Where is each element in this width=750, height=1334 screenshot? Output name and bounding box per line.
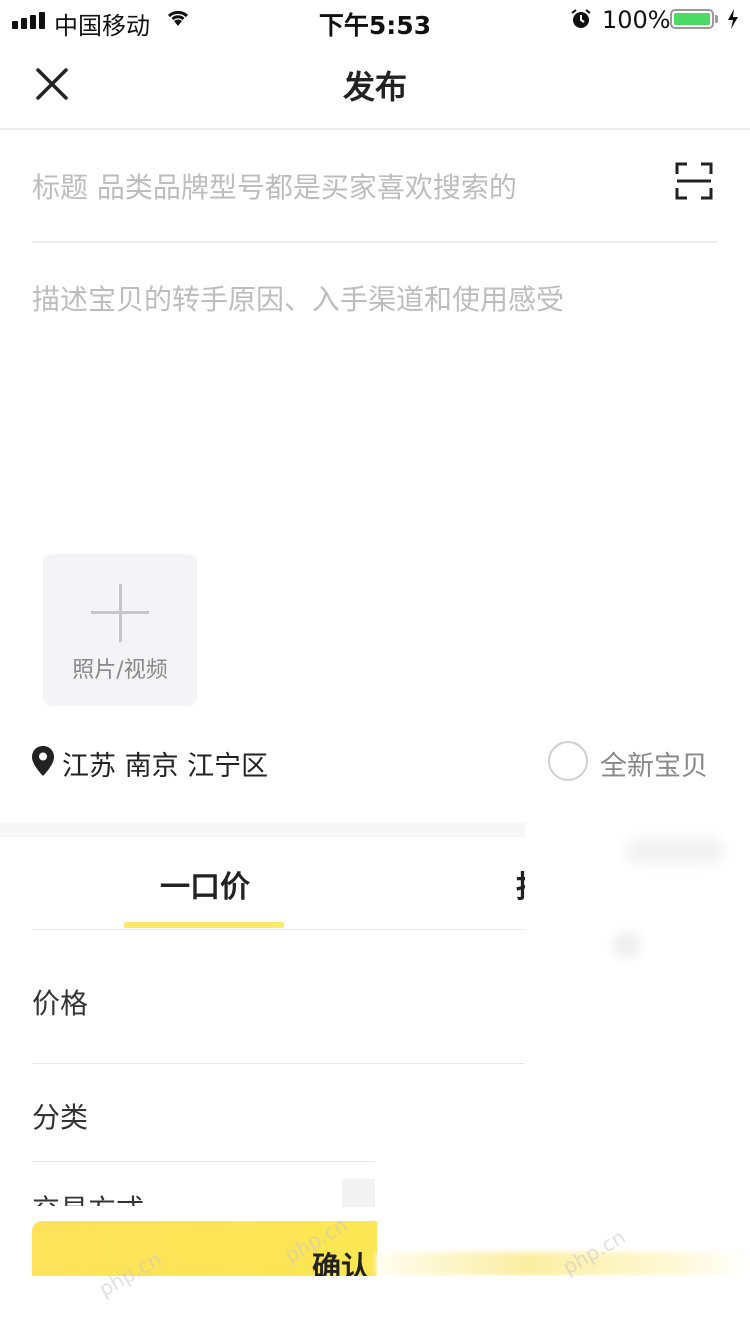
status-bar: 中国移动 下午5:53 100% <box>0 0 750 40</box>
battery-icon <box>670 9 714 29</box>
plus-icon-vertical <box>119 584 122 642</box>
tab-active-indicator <box>124 922 284 928</box>
add-photo-label: 照片/视频 <box>72 658 168 683</box>
battery-percent: 100% <box>602 6 671 34</box>
section-gap <box>0 823 525 837</box>
trade-method-row[interactable]: 交易方式 <box>32 1194 144 1206</box>
battery-tip <box>715 15 718 23</box>
title-input[interactable]: 标题 品类品牌型号都是买家喜欢搜索的 <box>32 165 652 211</box>
page-title: 发布 <box>342 68 407 106</box>
nav-divider <box>0 128 750 130</box>
scan-icon[interactable] <box>675 162 713 200</box>
sheet-blurred-dot <box>612 932 642 958</box>
charging-icon <box>728 9 738 29</box>
tab-auction[interactable]: 拍 <box>516 862 525 906</box>
new-item-label[interactable]: 全新宝贝 <box>600 744 708 783</box>
description-input[interactable]: 描述宝贝的转手原因、入手渠道和使用感受 <box>32 280 718 320</box>
input-placeholder-block <box>342 1179 375 1207</box>
row-divider <box>32 1161 375 1162</box>
title-divider <box>32 241 718 243</box>
category-row[interactable]: 分类 <box>32 1096 88 1136</box>
row-divider <box>32 1063 525 1064</box>
price-row[interactable]: 价格 <box>32 982 88 1022</box>
sheet-blurred-element <box>625 838 725 864</box>
overlay-sheet <box>525 815 750 1253</box>
location-pin-icon <box>32 746 54 776</box>
alarm-icon <box>571 9 591 28</box>
tab-divider <box>32 929 525 930</box>
new-item-radio[interactable] <box>548 741 588 781</box>
tab-fixed-price[interactable]: 一口价 <box>120 862 290 906</box>
location-label[interactable]: 江苏 南京 江宁区 <box>62 744 268 783</box>
